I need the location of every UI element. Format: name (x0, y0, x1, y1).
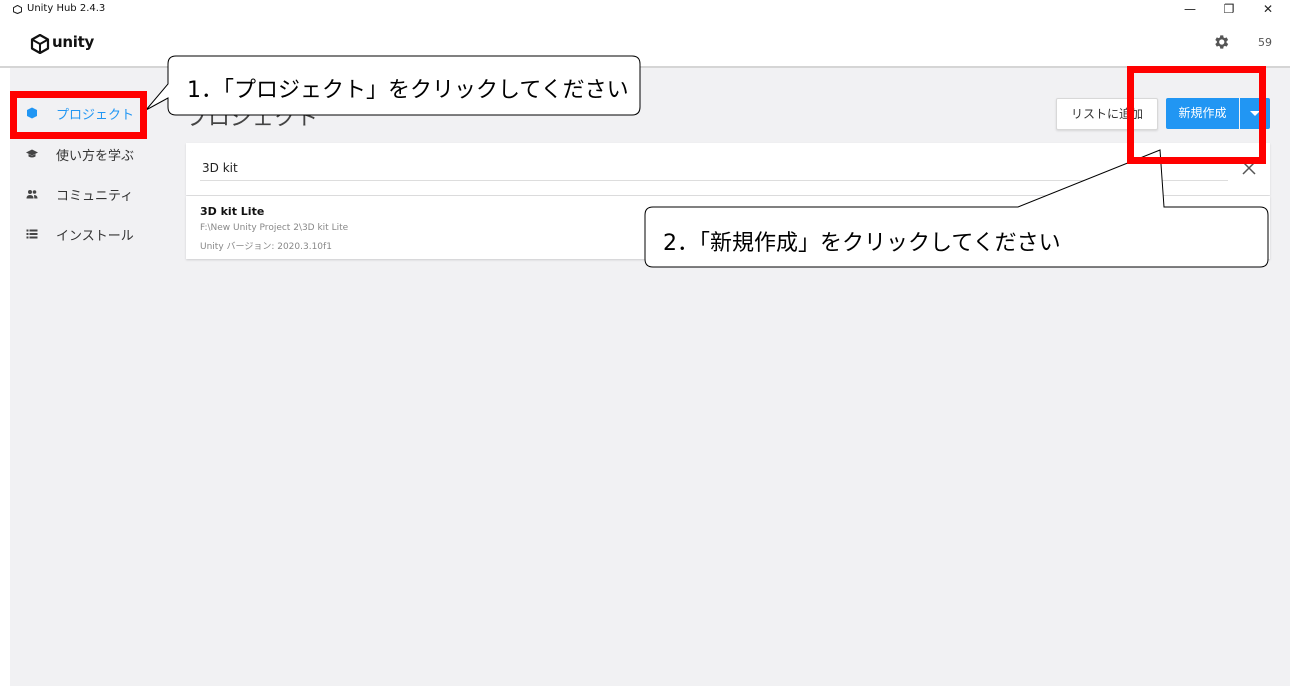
highlight-projects (10, 91, 147, 139)
callout-2-text: 2．「新規作成」をクリックしてください (663, 231, 1061, 256)
callout-1-text: 1．「プロジェクト」をクリックしてください (187, 78, 629, 103)
highlight-new-button (1127, 66, 1266, 164)
